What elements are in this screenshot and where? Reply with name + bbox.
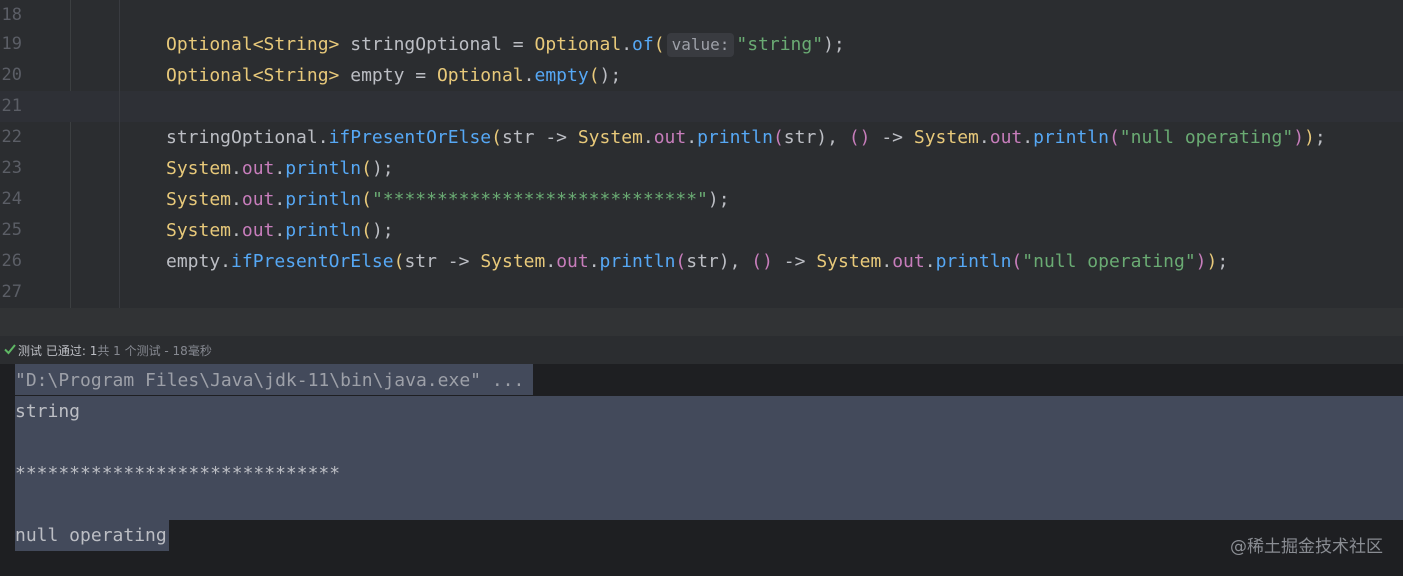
- line-number: 24: [1, 189, 22, 209]
- code-line[interactable]: 25 System.out.println();: [0, 215, 1403, 246]
- line-number: 21: [1, 96, 22, 116]
- line-number: 19: [1, 34, 22, 54]
- console-command-line: "D:\Program Files\Java\jdk-11\bin\java.e…: [15, 370, 525, 391]
- code-text: System.out.println();: [166, 220, 394, 241]
- line-number: 27: [1, 282, 22, 302]
- code-editor[interactable]: 18 19 Optional<String> stringOptional = …: [0, 0, 1403, 308]
- panel-splitter[interactable]: [0, 308, 1403, 336]
- test-status-text: 测试 已通过: 1共 1 个测试 - 18毫秒: [18, 344, 212, 358]
- line-number: 25: [1, 220, 22, 240]
- code-line[interactable]: 20 Optional<String> empty = Optional.emp…: [0, 60, 1403, 91]
- line-number: 20: [1, 65, 22, 85]
- line-number: 22: [1, 127, 22, 147]
- line-number: 26: [1, 251, 22, 271]
- console-output-line: ******************************: [15, 463, 341, 484]
- code-text: stringOptional.ifPresentOrElse(str -> Sy…: [166, 127, 1326, 148]
- parameter-hint: value:: [666, 33, 735, 57]
- code-text: System.out.println("********************…: [166, 189, 730, 210]
- line-number: 18: [1, 5, 22, 25]
- code-line[interactable]: 22 stringOptional.ifPresentOrElse(str ->…: [0, 122, 1403, 153]
- code-line[interactable]: 23 System.out.println();: [0, 153, 1403, 184]
- code-text: System.out.println();: [166, 158, 394, 179]
- code-text: Optional<String> stringOptional = Option…: [166, 33, 845, 57]
- code-line[interactable]: 27: [0, 277, 1403, 308]
- test-detail: 共 1 个测试 - 18毫秒: [97, 344, 212, 358]
- code-text: empty.ifPresentOrElse(str -> System.out.…: [166, 251, 1229, 272]
- console-output-line: string: [15, 401, 81, 422]
- watermark: @稀土掘金技术社区: [1230, 537, 1383, 557]
- current-code-line[interactable]: 21: [0, 91, 1403, 122]
- check-icon: [4, 344, 16, 355]
- indent-guide: [119, 0, 120, 308]
- console-output-line: null operating: [15, 525, 167, 546]
- code-line[interactable]: 26 empty.ifPresentOrElse(str -> System.o…: [0, 246, 1403, 277]
- code-text: Optional<String> empty = Optional.empty(…: [166, 65, 622, 86]
- code-line[interactable]: 18: [0, 0, 1403, 31]
- run-console[interactable]: "D:\Program Files\Java\jdk-11\bin\java.e…: [0, 364, 1403, 576]
- line-number: 23: [1, 158, 22, 178]
- test-status-bar: 测试 已通过: 1共 1 个测试 - 18毫秒: [0, 336, 1403, 364]
- code-line[interactable]: 24 System.out.println("*****************…: [0, 184, 1403, 215]
- code-line[interactable]: 19 Optional<String> stringOptional = Opt…: [0, 29, 1403, 60]
